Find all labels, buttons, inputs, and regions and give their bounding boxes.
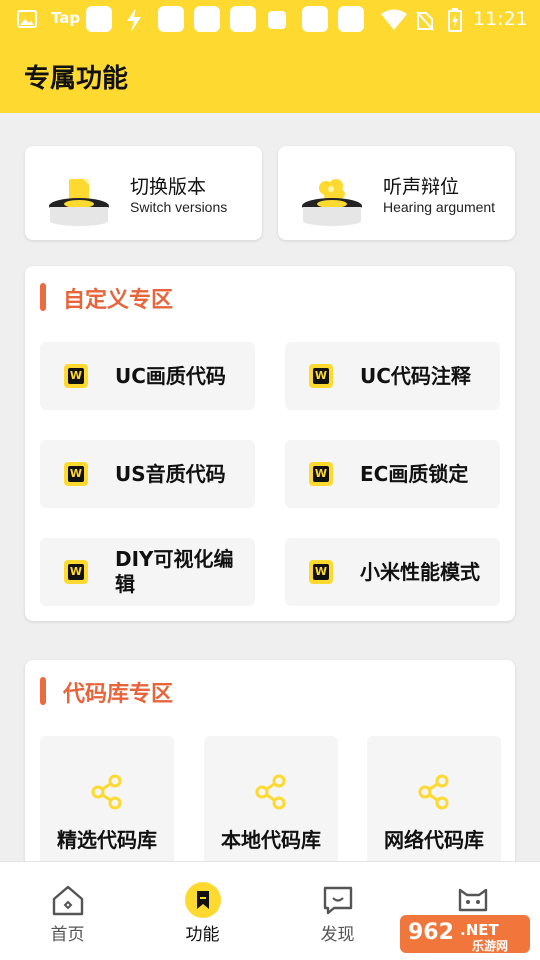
library-section-title: 代码库专区 [63, 682, 174, 707]
local-library-button[interactable]: 本地代码库 [204, 736, 338, 876]
wifi-icon [381, 9, 407, 30]
hearing-argument-title: 听声辩位 [383, 176, 460, 198]
bookmark-icon [185, 882, 221, 918]
notification-icon [194, 6, 220, 32]
w-icon: W [64, 462, 88, 486]
w-icon-letter: W [313, 564, 329, 580]
notification-icon [302, 6, 328, 32]
share-icon [91, 774, 122, 810]
nav-features[interactable]: 功能 [135, 862, 270, 960]
battery-charging-icon [448, 8, 462, 32]
lightning-icon [127, 8, 141, 32]
library-label: 网络代码库 [384, 828, 484, 852]
ec-quality-lock-button[interactable]: W EC画质锁定 [285, 440, 500, 508]
nav-discover[interactable]: 发现 [270, 862, 405, 960]
w-icon: W [309, 560, 333, 584]
uc-code-comment-button[interactable]: W UC代码注释 [285, 342, 500, 410]
switch-versions-subtitle: Switch versions [130, 199, 228, 215]
chat-icon [323, 886, 353, 915]
w-icon: W [309, 462, 333, 486]
code-item-label: UC画质代码 [115, 363, 226, 388]
notification-icon [86, 6, 112, 32]
network-library-button[interactable]: 网络代码库 [367, 736, 501, 876]
library-label: 精选代码库 [57, 828, 157, 852]
custom-section: 自定义专区 W UC画质代码 W UC代码注释 W US音质代码 W EC画质锁… [25, 266, 515, 621]
w-icon-letter: W [313, 466, 329, 482]
code-item-label: UC代码注释 [360, 363, 471, 388]
uc-quality-code-button[interactable]: W UC画质代码 [40, 342, 255, 410]
xiaomi-performance-mode-button[interactable]: W 小米性能模式 [285, 538, 500, 606]
us-sound-code-button[interactable]: W US音质代码 [40, 440, 255, 508]
nav-home[interactable]: 首页 [0, 862, 135, 960]
hearing-argument-subtitle: Hearing argument [383, 199, 496, 215]
tap-app-label: Tap [51, 9, 81, 27]
svg-text:962: 962 [408, 920, 454, 945]
w-icon: W [64, 560, 88, 584]
notification-icon [230, 6, 256, 32]
section-accent-bar [40, 283, 46, 311]
notification-icon [338, 6, 364, 32]
switch-versions-card[interactable]: 切换版本 Switch versions [25, 146, 262, 240]
code-item-label: DIY可视化编辑 [115, 547, 234, 596]
diy-visual-edit-button[interactable]: W DIY可视化编辑 [40, 538, 255, 606]
code-item-label: US音质代码 [115, 461, 226, 486]
featured-library-button[interactable]: 精选代码库 [40, 736, 174, 876]
hearing-argument-card[interactable]: 听声辩位 Hearing argument [278, 146, 515, 240]
custom-section-title: 自定义专区 [63, 288, 174, 313]
share-icon [255, 774, 286, 810]
w-icon-letter: W [68, 368, 84, 384]
w-icon: W [64, 364, 88, 388]
share-icon [418, 774, 449, 810]
page-title: 专属功能 [24, 64, 129, 94]
no-sim-icon [416, 11, 434, 31]
code-item-label: 小米性能模式 [360, 559, 480, 584]
notification-icon [268, 11, 286, 29]
w-icon-letter: W [313, 368, 329, 384]
w-icon-letter: W [68, 564, 84, 580]
w-icon: W [309, 364, 333, 388]
svg-text:乐游网: 乐游网 [472, 938, 508, 953]
section-accent-bar [40, 677, 46, 705]
nav-discover-label: 发现 [320, 925, 355, 945]
sound-flower-icon [302, 179, 362, 226]
home-icon [52, 885, 84, 916]
code-item-label: EC画质锁定 [360, 461, 469, 486]
nav-features-label: 功能 [185, 925, 220, 945]
version-doc-icon [49, 179, 109, 226]
nav-home-label: 首页 [50, 925, 85, 945]
library-label: 本地代码库 [221, 828, 321, 852]
w-icon-letter: W [68, 466, 84, 482]
svg-text:.NET: .NET [460, 921, 499, 939]
watermark-logo: 962 .NET 乐游网 [400, 915, 530, 953]
switch-versions-title: 切换版本 [130, 176, 207, 198]
gallery-icon [17, 10, 37, 28]
clock: 11:21 [473, 8, 528, 30]
app-header: 专属功能 [0, 40, 540, 113]
notification-icon [158, 6, 184, 32]
status-bar: Tap 11:21 [0, 0, 540, 40]
